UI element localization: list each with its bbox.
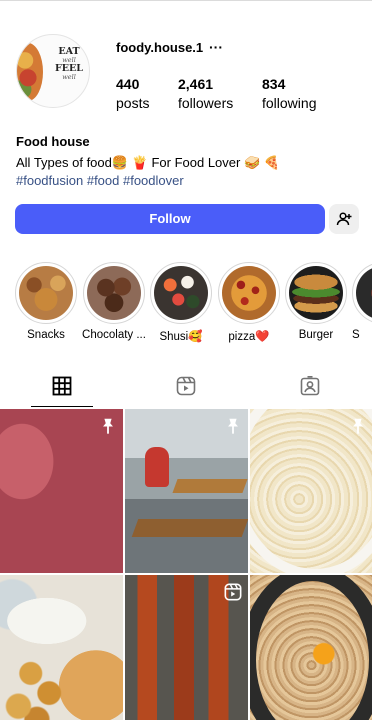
avatar-food-image bbox=[17, 43, 43, 101]
followers-count: 2,461 bbox=[178, 76, 214, 92]
reel-icon bbox=[224, 583, 242, 601]
highlight-pizza[interactable]: pizza❤️ bbox=[218, 262, 280, 343]
story-highlights: Snacks Chocolaty ... Shusi🥰 pizza❤️ Burg… bbox=[0, 262, 372, 348]
pin-icon bbox=[103, 418, 113, 435]
add-person-icon bbox=[336, 212, 352, 226]
pin-icon bbox=[353, 418, 363, 435]
username: foody.house.1 bbox=[116, 40, 204, 55]
highlight-cover bbox=[87, 266, 141, 320]
highlight-cover bbox=[222, 266, 276, 320]
highlight-cover bbox=[19, 266, 73, 320]
highlight-cover bbox=[356, 266, 372, 320]
highlight-label: Burger bbox=[298, 329, 334, 341]
avatar-logo: EAT well FEEL well bbox=[55, 46, 83, 81]
post-thumbnail[interactable] bbox=[0, 409, 123, 573]
highlight-snacks[interactable]: Snacks bbox=[15, 262, 77, 341]
post-thumbnail[interactable] bbox=[125, 409, 248, 573]
highlight-sushi[interactable]: Shusi🥰 bbox=[150, 262, 212, 343]
tagged-icon bbox=[300, 376, 320, 396]
post-thumbnail[interactable] bbox=[0, 575, 123, 720]
tab-posts[interactable] bbox=[0, 368, 124, 408]
followers-label: followers bbox=[178, 95, 234, 111]
highlight-label: Chocolaty ... bbox=[82, 329, 146, 341]
highlight-partial[interactable]: S bbox=[352, 262, 372, 341]
following-count: 834 bbox=[262, 76, 286, 92]
highlight-cover bbox=[154, 266, 208, 320]
reels-icon bbox=[176, 376, 196, 396]
highlight-label: pizza❤️ bbox=[228, 331, 270, 343]
post-thumbnail[interactable] bbox=[250, 575, 372, 720]
profile-avatar[interactable]: EAT well FEEL well bbox=[16, 34, 90, 108]
followers-stat[interactable]: 2,461 followers bbox=[178, 76, 233, 111]
posts-count: 440 bbox=[116, 76, 140, 92]
highlight-chocolaty[interactable]: Chocolaty ... bbox=[82, 262, 146, 341]
bio-hashtags[interactable]: #foodfusion #food #foodlover bbox=[16, 173, 184, 188]
bio-name: Food house bbox=[16, 134, 90, 149]
posts-stat: 440 posts bbox=[116, 76, 149, 111]
following-stat[interactable]: 834 following bbox=[262, 76, 316, 111]
posts-label: posts bbox=[116, 95, 150, 111]
profile-header: EAT well FEEL well foody.house.1 ··· 440… bbox=[0, 0, 372, 130]
post-thumbnail[interactable] bbox=[250, 409, 372, 573]
suggest-accounts-button[interactable] bbox=[329, 204, 359, 234]
active-tab-indicator bbox=[31, 406, 93, 407]
tab-reels[interactable] bbox=[124, 368, 248, 408]
profile-tabs bbox=[0, 368, 372, 408]
follow-button[interactable]: Follow bbox=[15, 204, 325, 234]
highlight-burger[interactable]: Burger bbox=[285, 262, 347, 341]
pin-icon bbox=[228, 418, 238, 435]
more-options-icon[interactable]: ··· bbox=[209, 40, 223, 54]
grid-icon bbox=[52, 376, 72, 396]
bio-text: All Types of food🍔 🍟 For Food Lover 🥪 🍕 bbox=[16, 155, 280, 170]
highlight-label: Shusi🥰 bbox=[159, 331, 203, 343]
post-thumbnail[interactable] bbox=[125, 575, 248, 720]
highlight-cover bbox=[289, 266, 343, 320]
following-label: following bbox=[262, 95, 317, 111]
tab-tagged[interactable] bbox=[248, 368, 372, 408]
highlight-label: Snacks bbox=[27, 329, 65, 341]
highlight-label: S bbox=[352, 329, 360, 341]
posts-grid bbox=[0, 409, 372, 720]
